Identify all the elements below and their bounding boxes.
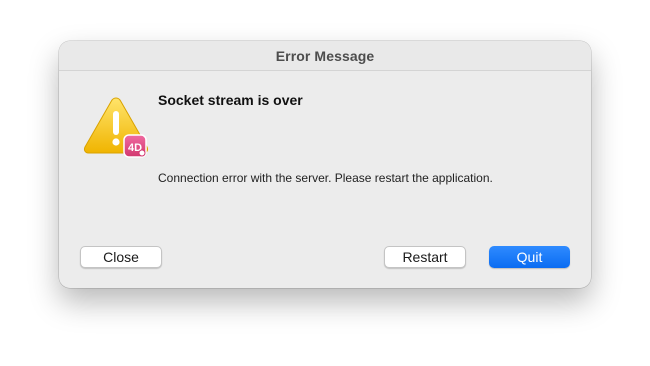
warning-icon: 4D [81,95,151,161]
4d-app-badge-icon: 4D [123,134,147,158]
error-dialog: Error Message 4D Socket stream is over C… [59,41,591,288]
alert-heading: Socket stream is over [158,92,303,108]
close-button-label: Close [103,249,139,265]
dialog-title: Error Message [275,47,375,64]
quit-button-label: Quit [516,249,543,265]
alert-message: Connection error with the server. Please… [158,171,493,185]
close-button[interactable]: Close [80,246,162,268]
restart-button-label: Restart [402,249,448,265]
quit-button[interactable]: Quit [489,246,570,268]
title-bar: Error Message [59,41,591,71]
restart-button[interactable]: Restart [384,246,466,268]
